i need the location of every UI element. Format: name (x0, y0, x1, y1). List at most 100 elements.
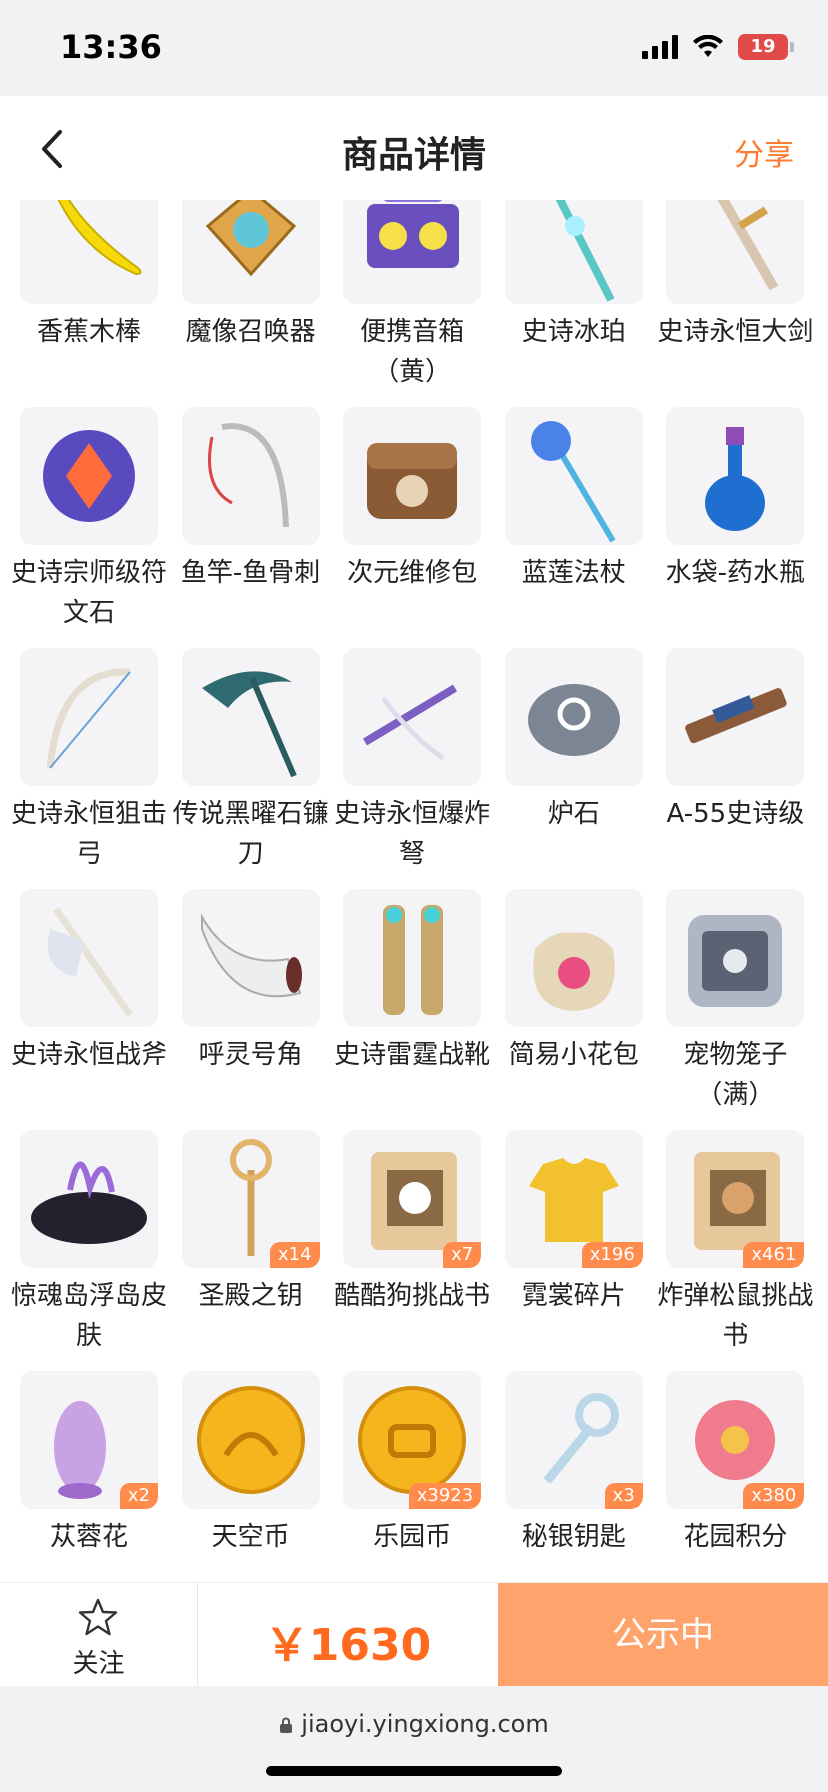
item-card[interactable]: x3 秘银钥匙 (485, 1371, 647, 1582)
quantity-badge: x3 (604, 1483, 643, 1509)
potion-bottle-icon (705, 427, 766, 531)
item-card[interactable]: x380 花园积分 (646, 1371, 808, 1582)
item-thumbnail (666, 407, 805, 545)
repair-bag-icon (367, 443, 458, 519)
rune-stone-icon (43, 430, 135, 522)
item-card[interactable]: 史诗宗师级符文石 (0, 407, 167, 648)
item-card[interactable]: 史诗冰珀 (485, 200, 647, 407)
item-thumbnail (504, 889, 643, 1027)
item-card[interactable]: x461 炸弹松鼠挑战书 (646, 1130, 813, 1371)
item-name: 秘银钥匙 (521, 1522, 626, 1552)
item-name: 炉石 (547, 799, 600, 829)
item-thumbnail (181, 889, 320, 1027)
item-name: 鱼竿-鱼骨刺 (180, 558, 321, 588)
item-card[interactable]: 炉石 (485, 648, 647, 889)
item-name: 炸弹松鼠挑战书 (657, 1281, 814, 1351)
item-card[interactable]: 天空币 (162, 1371, 324, 1582)
rifle-icon (685, 688, 788, 744)
item-thumbnail (181, 200, 320, 304)
quantity-badge: x461 (743, 1242, 805, 1268)
battle-axe-icon (47, 906, 133, 1018)
item-thumbnail: x196 (504, 1130, 643, 1268)
item-card[interactable]: 蓝莲法杖 (485, 407, 647, 648)
item-card[interactable]: 惊魂岛浮岛皮肤 (0, 1130, 167, 1371)
home-indicator[interactable] (266, 1766, 562, 1776)
item-name: 天空币 (211, 1522, 290, 1552)
follow-button[interactable]: 关注 (0, 1583, 198, 1687)
item-name: 传说黑曜石镰刀 (172, 799, 329, 869)
pet-cage-icon (688, 915, 783, 1007)
quantity-badge: x3923 (408, 1483, 482, 1509)
public-notice-button[interactable]: 公示中 (498, 1583, 828, 1687)
item-card[interactable]: 宠物笼子（满） (646, 889, 808, 1130)
item-thumbnail (666, 648, 805, 786)
item-name: 史诗永恒爆炸弩 (334, 799, 491, 869)
item-thumbnail: x461 (666, 1130, 805, 1268)
item-card[interactable]: 史诗雷霆战靴 (323, 889, 490, 1130)
follow-label: 关注 (72, 1649, 125, 1679)
hearthstone-icon (527, 684, 620, 756)
item-name: 史诗雷霆战靴 (334, 1040, 491, 1070)
item-card[interactable]: 魔像召唤器 (162, 200, 324, 407)
item-thumbnail (20, 200, 158, 304)
item-name: 呼灵号角 (198, 1040, 303, 1070)
item-name: A-55史诗级 (666, 799, 805, 829)
item-name: 蓝莲法杖 (521, 558, 626, 588)
item-thumbnail: x380 (666, 1371, 805, 1509)
eternal-greatsword-icon (717, 200, 779, 291)
signal-icon (642, 35, 678, 59)
item-name: 史诗永恒狙击弓 (10, 799, 167, 869)
obsidian-scythe-icon (201, 671, 297, 778)
item-card[interactable]: 香蕉木棒 (0, 200, 162, 407)
item-thumbnail (666, 200, 805, 304)
item-thumbnail (504, 648, 643, 786)
item-card[interactable]: 简易小花包 (485, 889, 647, 1130)
item-thumbnail (20, 648, 158, 786)
item-card[interactable]: x196 霓裳碎片 (485, 1130, 647, 1371)
item-name: 惊魂岛浮岛皮肤 (10, 1281, 167, 1351)
item-thumbnail (20, 407, 158, 545)
item-thumbnail (666, 889, 805, 1027)
wifi-icon (693, 35, 723, 57)
item-card[interactable]: 史诗永恒爆炸弩 (323, 648, 490, 889)
quantity-badge: x7 (443, 1242, 482, 1268)
fishing-rod-icon (207, 423, 289, 528)
item-card[interactable]: 史诗永恒大剑 (646, 200, 813, 407)
item-thumbnail (343, 889, 482, 1027)
item-thumbnail (343, 648, 482, 786)
url-text: jiaoyi.yingxiong.com (301, 1710, 549, 1738)
item-thumbnail (181, 648, 320, 786)
item-thumbnail: x14 (181, 1130, 320, 1268)
item-name: 魔像召唤器 (185, 317, 316, 347)
status-time: 13:36 (60, 28, 162, 66)
ice-amber-staff-icon (555, 200, 615, 302)
item-thumbnail: x3 (504, 1371, 643, 1509)
url-field[interactable]: jiaoyi.yingxiong.com (0, 1710, 828, 1738)
item-thumbnail (504, 407, 643, 545)
item-card[interactable]: 水袋-药水瓶 (646, 407, 808, 648)
item-card[interactable]: x2 苁蓉花 (0, 1371, 162, 1582)
share-button[interactable]: 分享 (734, 130, 794, 174)
quantity-badge: x380 (743, 1483, 805, 1509)
item-card[interactable]: 传说黑曜石镰刀 (162, 648, 329, 889)
sniper-bow-icon (46, 668, 131, 769)
item-thumbnail (20, 889, 158, 1027)
item-name: 水袋-药水瓶 (665, 558, 806, 588)
item-thumbnail (343, 407, 482, 545)
item-card[interactable]: x14 圣殿之钥 (162, 1130, 324, 1371)
item-card[interactable]: 呼灵号角 (162, 889, 324, 1130)
item-card[interactable]: 便携音箱（黄） (323, 200, 485, 407)
page-title: 商品详情 (341, 135, 486, 176)
item-name: 史诗冰珀 (521, 317, 626, 347)
item-card[interactable]: 史诗永恒狙击弓 (0, 648, 167, 889)
item-card[interactable]: A-55史诗级 (646, 648, 808, 889)
item-card[interactable]: x7 酷酷狗挑战书 (323, 1130, 490, 1371)
item-card[interactable]: x3923 乐园币 (323, 1371, 485, 1582)
status-bar: 13:36 19 (0, 0, 828, 96)
nav-bar: 商品详情 分享 (0, 96, 828, 200)
item-grid-viewport: 香蕉木棒 魔像召唤器 便携音箱（黄） 史诗冰珀 史诗永恒大剑史诗宗师级符文石 鱼竿-鱼骨刺… (0, 200, 828, 1582)
item-card[interactable]: 次元维修包 (323, 407, 485, 648)
item-card[interactable]: 史诗永恒战斧 (0, 889, 167, 1130)
item-card[interactable]: 鱼竿-鱼骨刺 (162, 407, 324, 648)
thunder-boots-icon (383, 905, 444, 1015)
